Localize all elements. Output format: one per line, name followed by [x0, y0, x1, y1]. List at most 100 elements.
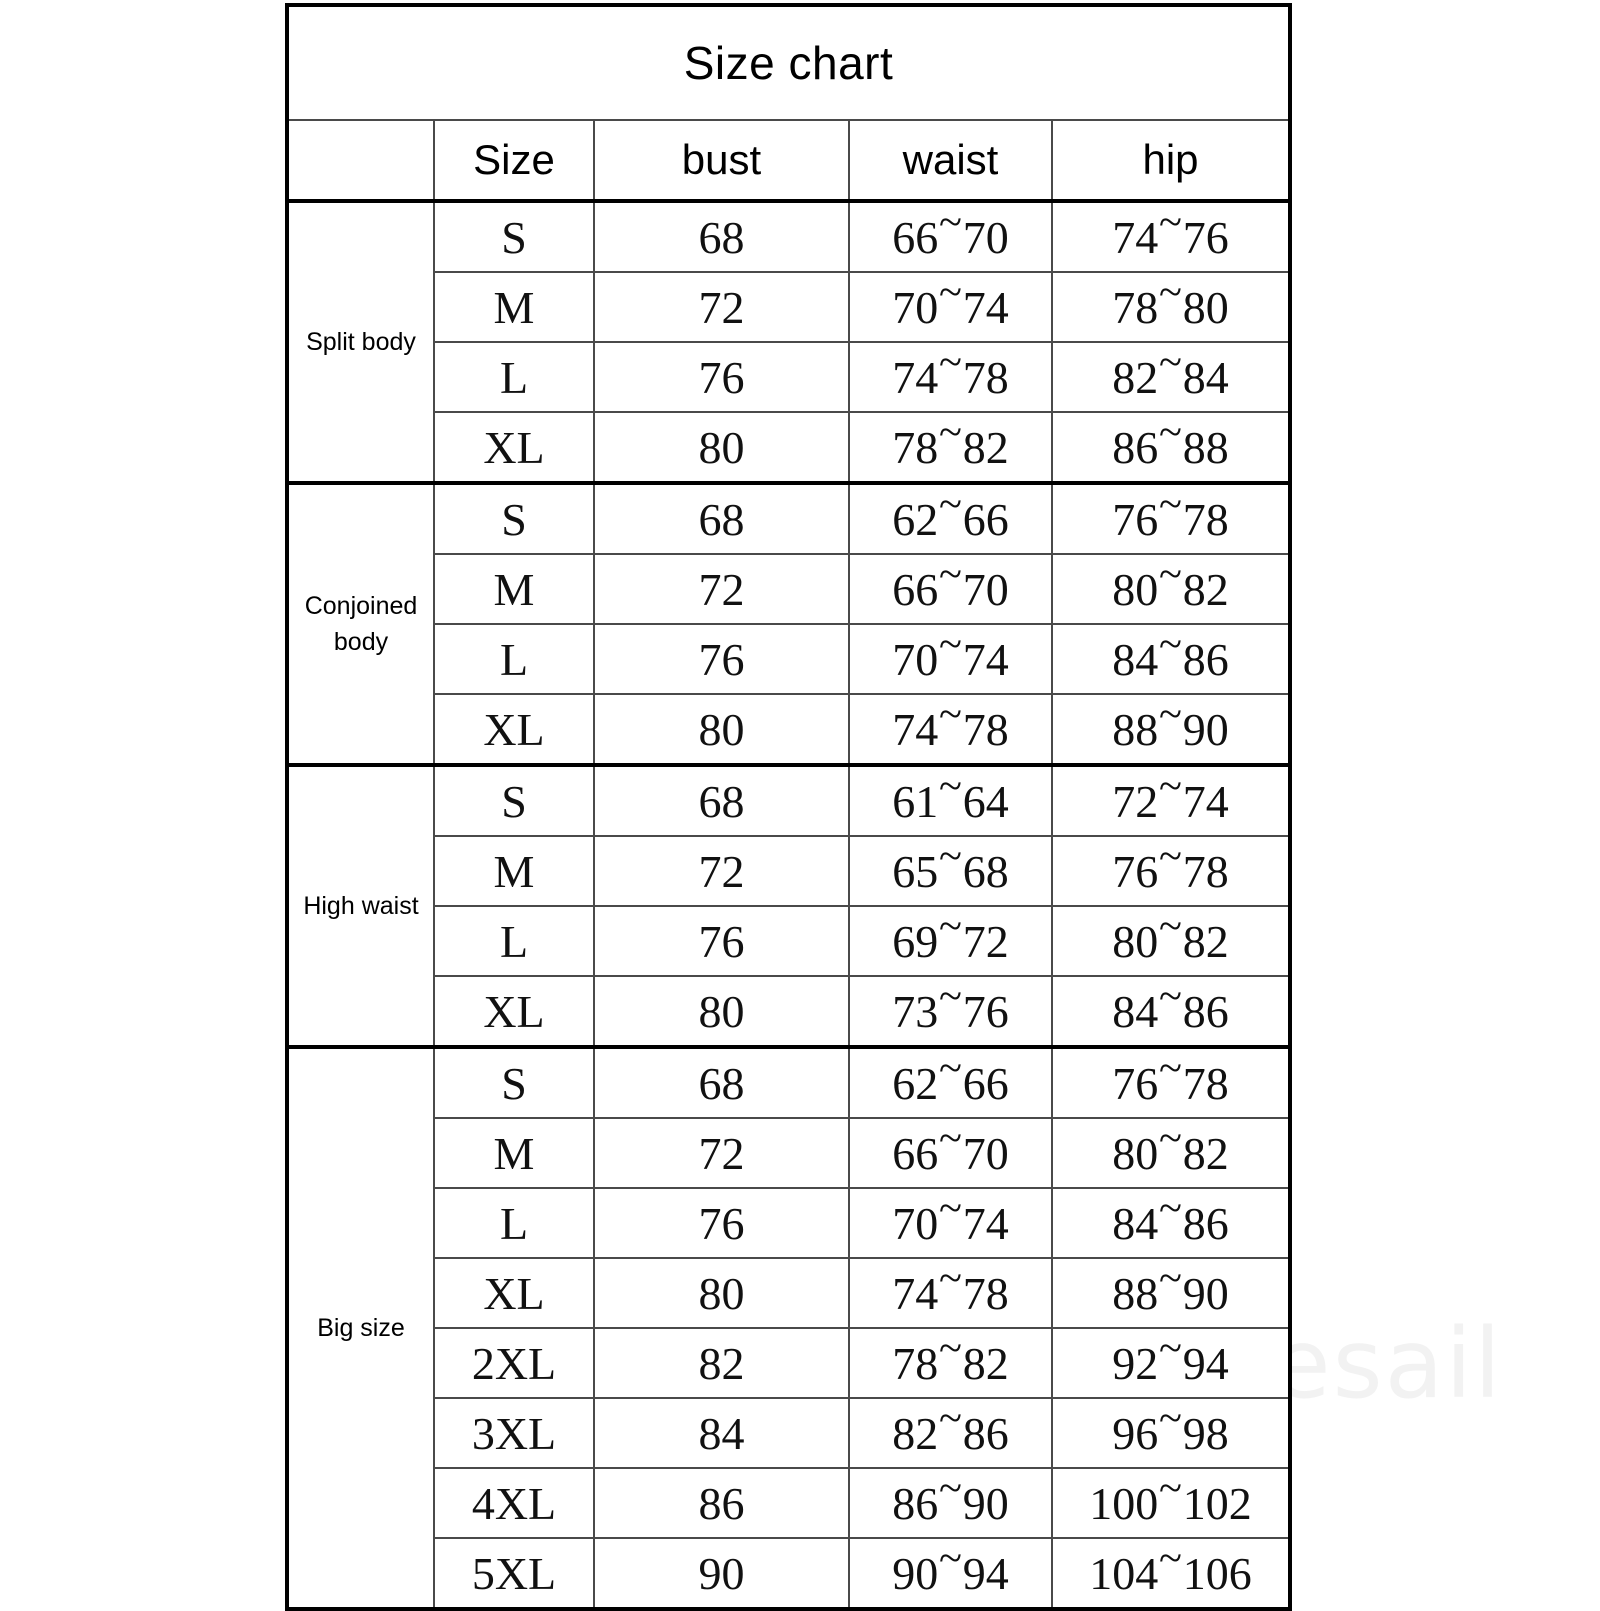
category-label-split-body: Split body	[286, 199, 435, 484]
cell-waist: 70~74	[848, 621, 1053, 695]
cell-hip: 78~80	[1050, 269, 1291, 343]
title-row: Size chart	[285, 4, 1292, 121]
page-title: Size chart	[285, 4, 1292, 121]
cell-bust: 80	[593, 693, 850, 767]
cell-size: 4XL	[433, 1467, 595, 1539]
cell-waist: 61~64	[848, 763, 1053, 837]
column-header-hip: hip	[1050, 119, 1291, 202]
table-row: L 76 70~74 84~86	[287, 1185, 1291, 1259]
cell-hip: 76~78	[1050, 833, 1291, 907]
table-row: L 76 69~72 80~82	[287, 903, 1291, 977]
cell-hip: 76~78	[1050, 1045, 1291, 1119]
cell-hip: 84~86	[1050, 1185, 1291, 1259]
cell-size: M	[433, 835, 595, 907]
cell-bust: 76	[593, 905, 850, 977]
cell-waist: 66~70	[848, 1115, 1053, 1189]
cell-bust: 76	[593, 1187, 850, 1259]
category-label-big-size: Big size	[286, 1045, 435, 1610]
cell-bust: 72	[593, 835, 850, 907]
table-row: XL 80 74~78 88~90	[287, 691, 1291, 767]
cell-waist: 62~66	[848, 1045, 1053, 1119]
header-row: Size bust waist hip	[286, 119, 1291, 202]
cell-bust: 68	[593, 763, 850, 837]
cell-size: XL	[433, 975, 595, 1049]
cell-hip: 100~102	[1050, 1465, 1291, 1539]
cell-bust: 82	[593, 1327, 850, 1399]
cell-bust: 80	[593, 975, 850, 1049]
cell-waist: 90~94	[848, 1535, 1053, 1611]
cell-size: M	[433, 271, 595, 343]
cell-bust: 72	[593, 553, 850, 625]
cell-hip: 76~78	[1050, 481, 1291, 555]
table-row: M 72 66~70 80~82	[287, 551, 1291, 625]
cell-hip: 80~82	[1050, 1115, 1291, 1189]
category-label-conjoined-body: Conjoined body	[286, 481, 435, 766]
cell-size: L	[433, 341, 595, 413]
size-chart-table: Size chart Size bust waist hip Split bod…	[285, 3, 1293, 1611]
cell-waist: 78~82	[848, 409, 1053, 485]
cell-hip: 80~82	[1050, 903, 1291, 977]
header-blank-cell	[286, 119, 435, 202]
cell-bust: 84	[593, 1397, 850, 1469]
cell-waist: 65~68	[848, 833, 1053, 907]
cell-hip: 104~106	[1050, 1535, 1291, 1611]
cell-hip: 72~74	[1050, 763, 1291, 837]
table-row: 3XL 84 82~86 96~98	[287, 1395, 1291, 1469]
size-chart-container: Size chart Size bust waist hip Split bod…	[285, 3, 1293, 1611]
table-row: M 72 66~70 80~82	[287, 1115, 1291, 1189]
cell-size: XL	[433, 1257, 595, 1329]
cell-size: L	[433, 1187, 595, 1259]
table-row: Split body S 68 66~70 74~76	[286, 199, 1291, 484]
cell-bust: 76	[593, 341, 850, 413]
cell-waist: 70~74	[848, 1185, 1053, 1259]
cell-hip: 80~82	[1050, 551, 1291, 625]
table-row: L 76 70~74 84~86	[287, 621, 1291, 695]
cell-hip: 84~86	[1050, 973, 1291, 1049]
cell-bust: 86	[593, 1467, 850, 1539]
cell-hip: 84~86	[1050, 621, 1291, 695]
cell-bust: 80	[593, 1257, 850, 1329]
cell-bust: 90	[593, 1537, 850, 1611]
cell-hip: 82~84	[1050, 339, 1291, 413]
cell-hip: 88~90	[1050, 691, 1291, 767]
table-row: M 72 70~74 78~80	[287, 269, 1291, 343]
cell-size: L	[433, 623, 595, 695]
cell-waist: 74~78	[848, 691, 1053, 767]
cell-size: 3XL	[433, 1397, 595, 1469]
cell-size: S	[433, 199, 595, 273]
table-row: 2XL 82 78~82 92~94	[287, 1325, 1291, 1399]
cell-waist: 74~78	[848, 339, 1053, 413]
cell-size: S	[433, 481, 595, 555]
table-row: 4XL 86 86~90 100~102	[287, 1465, 1291, 1539]
cell-bust: 68	[593, 199, 850, 273]
cell-size: 2XL	[433, 1327, 595, 1399]
cell-waist: 73~76	[848, 973, 1053, 1049]
cell-waist: 62~66	[848, 481, 1053, 555]
cell-size: 5XL	[433, 1537, 595, 1611]
cell-waist: 66~70	[848, 551, 1053, 625]
category-label-high-waist: High waist	[286, 763, 435, 1048]
cell-size: M	[433, 553, 595, 625]
page-canvas: aisesail Size chart Size bust waist hip …	[0, 0, 1600, 1611]
cell-waist: 86~90	[848, 1465, 1053, 1539]
cell-size: M	[433, 1117, 595, 1189]
cell-hip: 86~88	[1050, 409, 1291, 485]
cell-bust: 80	[593, 411, 850, 485]
cell-waist: 69~72	[848, 903, 1053, 977]
column-header-waist: waist	[848, 119, 1053, 202]
cell-waist: 74~78	[848, 1255, 1053, 1329]
cell-waist: 82~86	[848, 1395, 1053, 1469]
table-row: XL 80 73~76 84~86	[287, 973, 1291, 1049]
table-row: High waist S 68 61~64 72~74	[286, 763, 1291, 1048]
cell-waist: 78~82	[848, 1325, 1053, 1399]
table-row: Big size S 68 62~66 76~78	[286, 1045, 1291, 1610]
cell-size: XL	[433, 693, 595, 767]
cell-bust: 68	[593, 1045, 850, 1119]
cell-bust: 76	[593, 623, 850, 695]
cell-hip: 88~90	[1050, 1255, 1291, 1329]
cell-bust: 72	[593, 1117, 850, 1189]
cell-waist: 66~70	[848, 199, 1053, 273]
cell-hip: 92~94	[1050, 1325, 1291, 1399]
cell-size: S	[433, 763, 595, 837]
cell-hip: 96~98	[1050, 1395, 1291, 1469]
